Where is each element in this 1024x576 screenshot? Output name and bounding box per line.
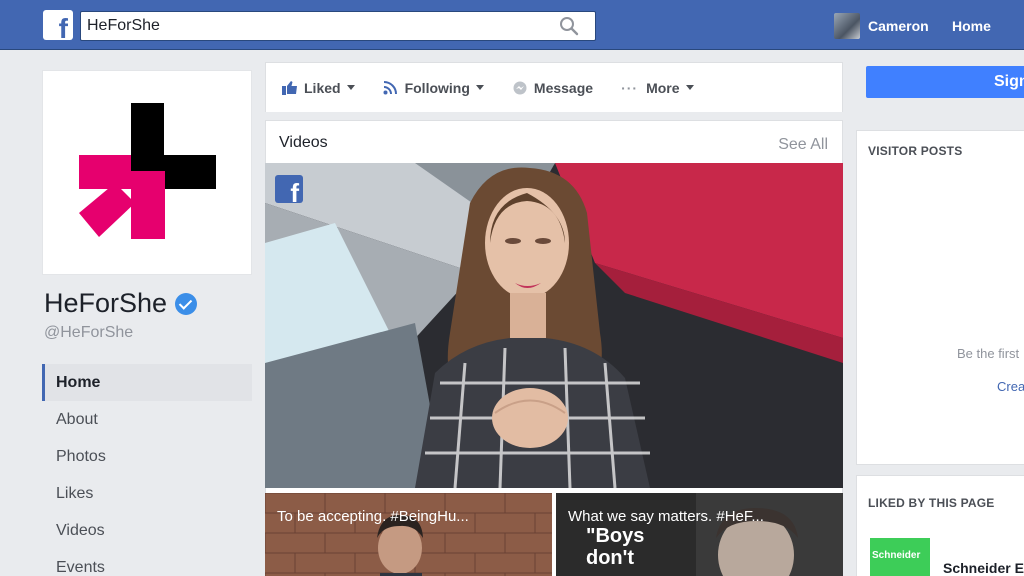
facebook-video-badge-icon: f: [275, 175, 303, 206]
message-bubble-icon: [513, 81, 527, 94]
more-dots-icon: ···: [621, 79, 639, 96]
nav-item-likes[interactable]: Likes: [42, 475, 252, 512]
liked-by-page-title: LIKED BY THIS PAGE: [868, 496, 995, 510]
nav-item-home[interactable]: Home: [42, 364, 252, 401]
message-label: Message: [533, 79, 594, 96]
page-action-bar: Liked Following Message ··· More: [265, 62, 843, 112]
page-name-text[interactable]: HeForShe: [44, 288, 167, 319]
page-handle: @HeForShe: [44, 324, 134, 341]
videos-section: Videos See All f To be accepting. #Being…: [265, 120, 843, 576]
following-label: Following: [404, 79, 470, 96]
page-profile-picture[interactable]: [42, 70, 252, 275]
facebook-logo-icon[interactable]: f: [43, 10, 73, 43]
nav-item-photos[interactable]: Photos: [42, 438, 252, 475]
top-home-link[interactable]: Home: [952, 18, 991, 34]
page-title[interactable]: HeForShe: [44, 288, 198, 319]
sign-up-label: Sign: [994, 73, 1024, 90]
more-label: More: [646, 79, 680, 96]
featured-video[interactable]: f: [265, 163, 843, 488]
thumbnail-image: [265, 493, 552, 576]
sign-up-button[interactable]: Sign: [866, 66, 1024, 98]
create-post-link[interactable]: Crea: [997, 379, 1024, 394]
video-frame-image: [265, 163, 843, 488]
nav-item-about[interactable]: About: [42, 401, 252, 438]
chevron-down-icon: [685, 85, 694, 90]
page-navigation: Home About Photos Likes Videos Events: [42, 364, 252, 576]
visitor-posts-card: VISITOR POSTS Be the first Crea: [856, 130, 1024, 465]
thumbnail-quote-text: "Boys don't: [586, 525, 645, 569]
videos-section-title: Videos: [279, 134, 328, 151]
top-navigation-bar: f Cameron Home: [0, 0, 1024, 50]
nav-item-events[interactable]: Events: [42, 549, 252, 576]
liked-label: Liked: [304, 79, 341, 96]
more-button[interactable]: ··· More: [621, 79, 694, 96]
right-column: Sign VISITOR POSTS Be the first Crea LIK…: [855, 50, 1024, 576]
video-thumbnail[interactable]: To be accepting. #BeingHu...: [265, 493, 552, 576]
visitor-posts-title: VISITOR POSTS: [868, 144, 963, 158]
avatar[interactable]: [834, 13, 860, 39]
see-all-link[interactable]: See All: [778, 136, 828, 154]
following-button[interactable]: Following: [383, 80, 484, 96]
message-button[interactable]: Message: [512, 80, 593, 96]
thumbnail-title: What we say matters. #HeF...: [568, 508, 764, 525]
chevron-down-icon: [475, 85, 484, 90]
liked-page-name[interactable]: Schneider E: [943, 560, 1024, 576]
search-bar[interactable]: [80, 11, 596, 41]
search-icon[interactable]: [559, 16, 579, 36]
user-profile-link[interactable]: Cameron: [834, 12, 929, 40]
heforshe-logo-icon: [79, 103, 216, 239]
liked-button[interactable]: Liked: [282, 80, 355, 96]
thumbs-up-icon: [282, 80, 297, 95]
chevron-down-icon: [346, 85, 355, 90]
video-thumbnails-row: To be accepting. #BeingHu... What we say…: [265, 493, 843, 576]
verified-badge-icon: [175, 292, 198, 315]
liked-logo-text: Schneider: [872, 550, 921, 561]
search-input[interactable]: [87, 15, 547, 37]
liked-page-logo[interactable]: Schneider: [870, 538, 930, 576]
rss-following-icon: [383, 80, 397, 94]
thumbnail-title: To be accepting. #BeingHu...: [277, 508, 469, 525]
video-thumbnail[interactable]: What we say matters. #HeF... "Boys don't: [556, 493, 843, 576]
empty-state-text: Be the first: [957, 346, 1020, 361]
nav-item-videos[interactable]: Videos: [42, 512, 252, 549]
user-name[interactable]: Cameron: [868, 18, 929, 34]
liked-by-page-card: LIKED BY THIS PAGE Schneider Schneider E: [856, 475, 1024, 576]
